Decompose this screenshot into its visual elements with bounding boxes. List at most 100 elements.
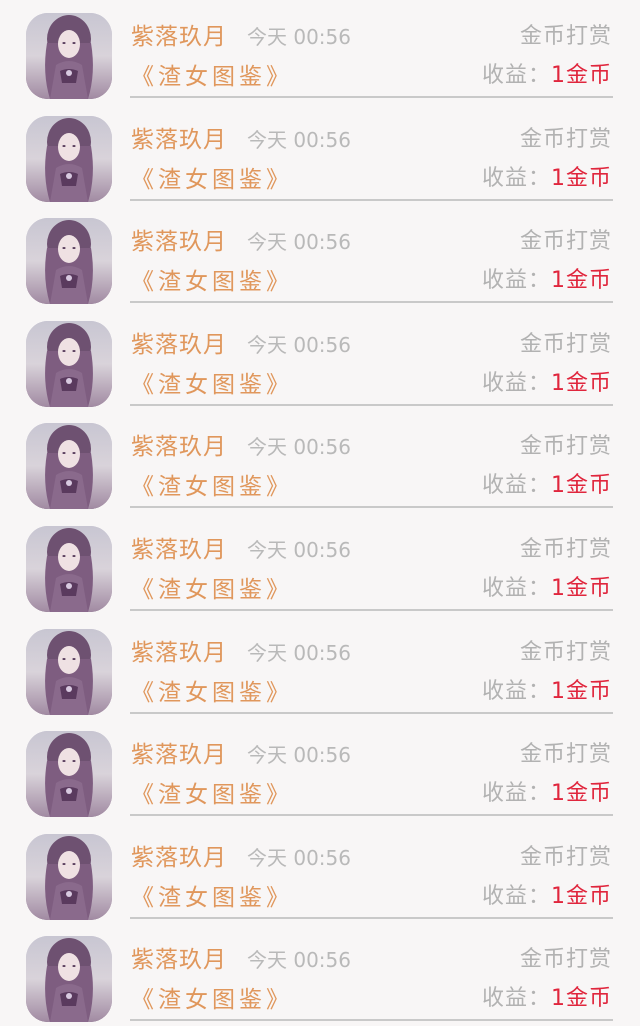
income: 收益：1金币 — [482, 369, 612, 399]
row-divider — [130, 96, 613, 98]
row-divider — [130, 403, 613, 406]
tip-record-row[interactable]: 紫落玖月 今天 00:56 金币打赏 《渣女图鉴》 收益：1金币 — [0, 410, 640, 513]
username[interactable]: 紫落玖月 — [131, 330, 227, 360]
income-label: 收益： — [481, 986, 551, 1012]
tip-record-row[interactable]: 紫落玖月 今天 00:56 金币打赏 《渣女图鉴》 收益：1金币 — [0, 103, 640, 206]
avatar[interactable] — [26, 13, 112, 99]
timestamp: 今天 00:56 — [247, 127, 351, 152]
row-divider — [130, 198, 613, 201]
book-title-link[interactable]: 《渣女图鉴》 — [131, 165, 293, 195]
avatar-portrait-icon — [26, 320, 112, 407]
book-title-link[interactable]: 《渣女图鉴》 — [131, 472, 293, 502]
avatar[interactable] — [26, 423, 112, 510]
income: 收益：1金币 — [482, 779, 612, 809]
income: 收益：1金币 — [482, 164, 612, 194]
income-value: 1金币 — [551, 268, 612, 294]
username[interactable]: 紫落玖月 — [131, 638, 227, 668]
book-title-link[interactable]: 《渣女图鉴》 — [131, 780, 293, 810]
income-value: 1金币 — [551, 678, 612, 704]
book-title-link[interactable]: 《渣女图鉴》 — [131, 678, 293, 708]
username[interactable]: 紫落玖月 — [131, 535, 227, 565]
income: 收益：1金币 — [482, 266, 612, 296]
timestamp: 今天 00:56 — [247, 230, 351, 255]
income-label: 收益： — [481, 576, 551, 601]
row-divider — [130, 916, 613, 919]
income: 收益：1金币 — [482, 677, 612, 707]
income-label: 收益： — [481, 678, 551, 704]
avatar[interactable] — [26, 526, 112, 612]
income-label: 收益： — [481, 473, 551, 499]
avatar[interactable] — [26, 320, 112, 407]
username[interactable]: 紫落玖月 — [131, 125, 227, 155]
avatar-portrait-icon — [26, 936, 112, 1023]
timestamp: 今天 00:56 — [247, 948, 351, 973]
avatar-portrait-icon — [26, 526, 112, 612]
book-title-link[interactable]: 《渣女图鉴》 — [131, 267, 293, 297]
tip-record-list: 紫落玖月 今天 00:56 金币打赏 《渣女图鉴》 收益：1金币 紫落玖月 今天… — [0, 0, 640, 1023]
income-value: 1金币 — [551, 370, 612, 396]
row-divider — [130, 1019, 613, 1022]
row-divider — [130, 301, 613, 304]
book-title-link[interactable]: 《渣女图鉴》 — [131, 62, 293, 92]
row-divider — [130, 609, 613, 611]
username[interactable]: 紫落玖月 — [131, 945, 227, 975]
avatar[interactable] — [26, 628, 112, 715]
timestamp: 今天 00:56 — [247, 845, 351, 870]
avatar[interactable] — [26, 115, 112, 202]
avatar-portrait-icon — [26, 833, 112, 920]
tip-record-row[interactable]: 紫落玖月 今天 00:56 金币打赏 《渣女图鉴》 收益：1金币 — [0, 821, 640, 924]
username[interactable]: 紫落玖月 — [131, 740, 227, 770]
tip-type-label: 金币打赏 — [519, 947, 612, 973]
avatar[interactable] — [26, 833, 112, 920]
timestamp: 今天 00:56 — [247, 538, 351, 562]
income: 收益：1金币 — [482, 471, 612, 501]
tip-type-label: 金币打赏 — [519, 537, 612, 562]
income-value: 1金币 — [551, 165, 612, 191]
book-title-link[interactable]: 《渣女图鉴》 — [131, 883, 293, 913]
income: 收益：1金币 — [482, 574, 612, 604]
timestamp: 今天 00:56 — [247, 435, 351, 460]
tip-record-row[interactable]: 紫落玖月 今天 00:56 金币打赏 《渣女图鉴》 收益：1金币 — [0, 923, 640, 1026]
income: 收益：1金币 — [482, 882, 612, 912]
tip-type-label: 金币打赏 — [519, 24, 612, 49]
tip-type-label: 金币打赏 — [519, 331, 612, 357]
tip-record-row[interactable]: 紫落玖月 今天 00:56 金币打赏 《渣女图鉴》 收益：1金币 — [0, 205, 640, 308]
row-divider — [130, 711, 613, 714]
book-title-link[interactable]: 《渣女图鉴》 — [131, 575, 293, 605]
tip-type-label: 金币打赏 — [519, 639, 612, 665]
tip-type-label: 金币打赏 — [519, 434, 612, 460]
timestamp: 今天 00:56 — [247, 640, 351, 665]
book-title-link[interactable]: 《渣女图鉴》 — [131, 985, 293, 1015]
income-value: 1金币 — [551, 473, 612, 499]
income-label: 收益： — [481, 165, 551, 191]
avatar[interactable] — [26, 218, 112, 305]
username[interactable]: 紫落玖月 — [131, 22, 227, 52]
tip-type-label: 金币打赏 — [519, 126, 612, 152]
avatar[interactable] — [26, 731, 112, 818]
timestamp: 今天 00:56 — [247, 743, 351, 768]
income: 收益：1金币 — [482, 61, 612, 91]
tip-record-row[interactable]: 紫落玖月 今天 00:56 金币打赏 《渣女图鉴》 收益：1金币 — [0, 0, 640, 103]
income-label: 收益： — [481, 63, 551, 88]
tip-record-row[interactable]: 紫落玖月 今天 00:56 金币打赏 《渣女图鉴》 收益：1金币 — [0, 308, 640, 411]
tip-record-row[interactable]: 紫落玖月 今天 00:56 金币打赏 《渣女图鉴》 收益：1金币 — [0, 616, 640, 719]
income-value: 1金币 — [551, 576, 612, 601]
avatar-portrait-icon — [26, 13, 112, 99]
book-title-link[interactable]: 《渣女图鉴》 — [131, 370, 293, 400]
tip-type-label: 金币打赏 — [519, 742, 612, 768]
income: 收益：1金币 — [482, 984, 612, 1014]
username[interactable]: 紫落玖月 — [131, 227, 227, 257]
username[interactable]: 紫落玖月 — [131, 843, 227, 873]
avatar-portrait-icon — [26, 218, 112, 305]
income-label: 收益： — [481, 268, 551, 294]
tip-record-row[interactable]: 紫落玖月 今天 00:56 金币打赏 《渣女图鉴》 收益：1金币 — [0, 513, 640, 616]
tip-record-row[interactable]: 紫落玖月 今天 00:56 金币打赏 《渣女图鉴》 收益：1金币 — [0, 718, 640, 821]
tip-type-label: 金币打赏 — [519, 229, 612, 255]
row-divider — [130, 814, 613, 817]
income-label: 收益： — [481, 883, 551, 909]
income-value: 1金币 — [551, 883, 612, 909]
username[interactable]: 紫落玖月 — [131, 432, 227, 462]
tip-type-label: 金币打赏 — [519, 844, 612, 870]
income-value: 1金币 — [551, 63, 612, 88]
avatar[interactable] — [26, 936, 112, 1023]
